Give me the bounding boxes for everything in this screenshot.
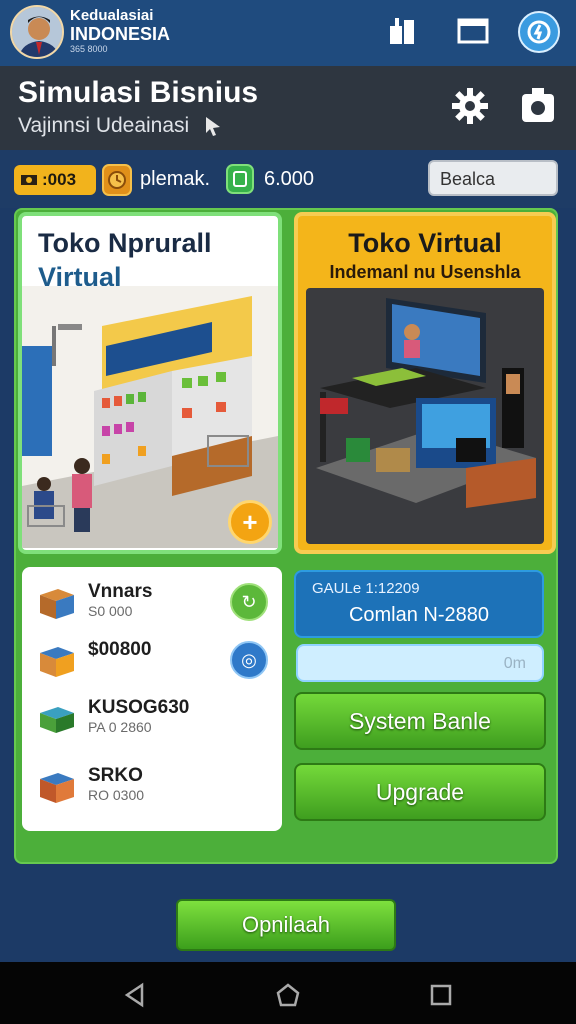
item-name: $00800 [88,639,152,660]
crate-icon [40,589,74,619]
subtitle-text: Vajinnsi Udeainasi [18,114,190,137]
refresh-icon[interactable]: ↻ [230,583,268,621]
brand-line3: 365 8000 [70,44,108,54]
info-icon[interactable]: ◎ [230,641,268,679]
list-item[interactable]: KUSOG630 PA 0 2860 [38,697,278,745]
home-icon[interactable] [275,982,301,1008]
cash-icon [21,175,37,185]
info-box: GAULe 1:12209 Comlan N-2880 [294,570,544,638]
search-input[interactable]: Bealca [428,160,558,196]
money-value: 6.000 [264,168,315,190]
list-item[interactable]: SRKO RO 0300 [38,765,278,813]
cart-icon [40,707,74,733]
list-item[interactable]: $00800 ◎ [38,639,278,687]
virtual-store-panel [306,288,544,544]
page-title: Simulasi Bisnius [18,76,259,109]
page-subtitle: Vajinnsi Udeainasi [18,114,223,138]
list-item[interactable]: Vnnars S0 000 ↻ [38,581,278,629]
upgrade-button[interactable]: Upgrade [294,763,546,821]
settings-gear-icon[interactable] [448,84,492,128]
inventory-list: Vnnars S0 000 ↻ $00800 ◎ KUSOG630 PA 0 2… [22,567,282,831]
card-title: Toko Nprurall [38,228,212,258]
clock-coin-icon [102,164,132,196]
help-icon[interactable] [518,11,560,53]
item-sub: PA 0 2860 [88,719,152,735]
title-bar: Simulasi Bisnius Vajinnsi Udeainasi [0,66,576,150]
money-icon [226,164,254,194]
stack-icon [40,773,74,803]
item-name: KUSOG630 [88,697,190,718]
coin-counter: :003 [14,165,96,195]
item-sub: S0 000 [88,603,133,619]
back-icon[interactable] [122,982,148,1008]
cursor-icon [206,117,221,137]
store-card-virtual[interactable]: Toko Virtual Indemanl nu Usenshla [294,212,556,554]
box-icon [40,647,74,677]
brand-line1: Kedualasiai [70,7,154,24]
item-name: SRKO [88,765,143,786]
item-name: Vnnars [88,581,153,602]
stat-label: plemak. [140,168,211,190]
progress-value: 0m [503,655,526,672]
avatar[interactable] [10,5,64,59]
virtual-store-illustration [316,298,536,508]
system-nav-bar [0,962,576,1024]
config-gear-icon[interactable] [516,84,560,128]
add-store-button[interactable]: + [228,500,272,544]
system-button[interactable]: System Banle [294,692,546,750]
info-line2: Comlan N-2880 [348,604,490,626]
card-subtitle: Indemanl nu Usenshla [329,262,521,282]
confirm-button[interactable]: Opnilaah [176,899,396,951]
item-sub: RO 0300 [88,787,145,803]
card-title: Toko Virtual [348,228,502,258]
progress-bar: 0m [296,644,544,682]
brand-line2: INDONESIA [70,24,171,44]
coin-value: :003 [42,170,77,189]
window-icon[interactable] [456,14,490,48]
tool-icon[interactable] [386,14,420,48]
brand-logo: Kedualasiai INDONESIA 365 8000 [70,8,170,54]
recents-icon[interactable] [428,982,454,1008]
info-line1: GAULe 1:12209 [312,580,420,597]
